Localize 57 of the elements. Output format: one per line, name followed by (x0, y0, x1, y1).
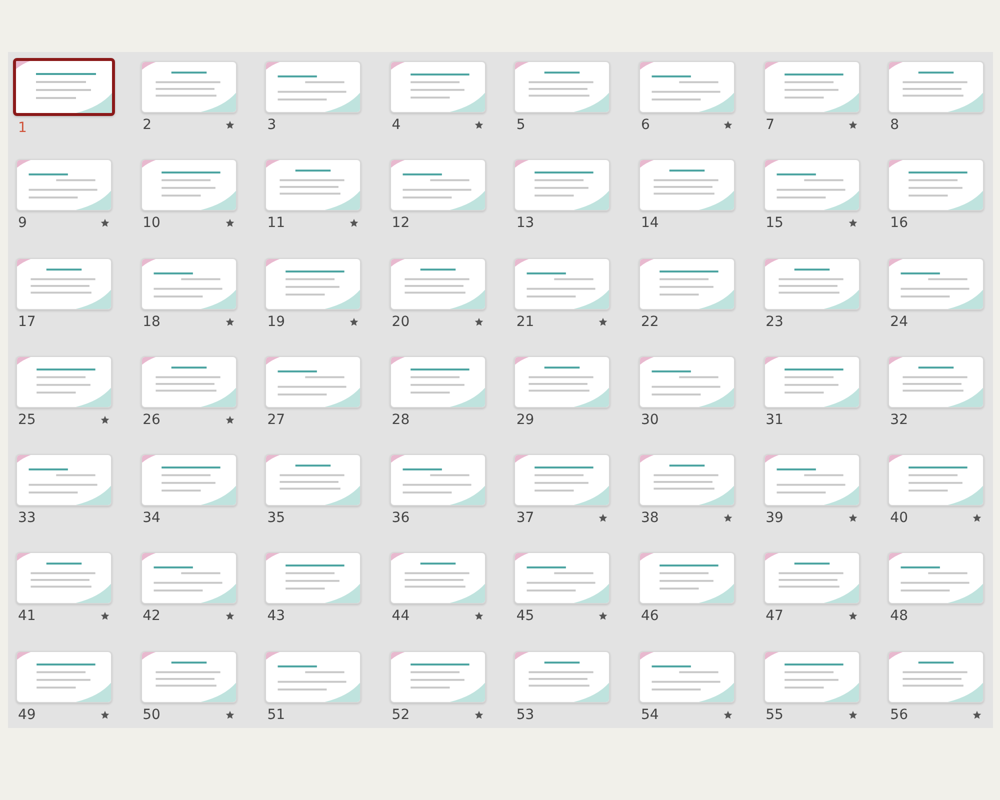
slide-number: 25 (18, 412, 36, 428)
slide-number: 14 (640, 215, 659, 232)
slide-number: 15 (766, 215, 784, 232)
slide-number: 30 (640, 412, 659, 428)
slide-number: 41 (18, 608, 36, 624)
slide-number: 26 (142, 412, 160, 428)
slide-number: 42 (142, 608, 160, 624)
slide-number: 19 (267, 314, 286, 330)
slide-number: 31 (766, 412, 784, 428)
slide-number: 29 (516, 412, 534, 428)
slide-number: 33 (18, 510, 36, 526)
slide-number: 8 (890, 117, 900, 133)
slide-number: 11 (267, 215, 286, 232)
slide-number: 44 (392, 608, 410, 624)
slide-number: 1 (18, 120, 27, 136)
slide-number: 51 (267, 706, 286, 723)
slide-number: 2 (142, 117, 152, 133)
slide-number: 22 (640, 314, 659, 330)
slide-number: 7 (766, 117, 774, 133)
slide-thumbnail[interactable] (13, 58, 115, 116)
slide-number: 40 (890, 510, 908, 526)
slide-number: 38 (640, 510, 659, 526)
slide-number: 48 (890, 608, 908, 624)
slide-number: 54 (640, 706, 659, 723)
slide-number: 37 (516, 510, 534, 526)
slide-number: 13 (516, 215, 534, 232)
slide-number: 52 (392, 706, 410, 723)
slide-number: 34 (142, 510, 160, 526)
slide-number: 9 (18, 215, 27, 232)
slide-number: 28 (392, 412, 410, 428)
slide-number: 39 (766, 510, 784, 526)
slide-number: 55 (766, 706, 784, 723)
slide-number: 21 (516, 314, 534, 330)
slide-number: 3 (267, 117, 276, 133)
slide-number: 53 (516, 706, 534, 723)
slide-number: 46 (640, 608, 659, 624)
slide-number: 10 (142, 215, 160, 232)
slide-number: 32 (890, 412, 908, 428)
slide-number: 24 (890, 314, 908, 330)
slide-number: 17 (18, 314, 36, 330)
slide-number: 45 (516, 608, 534, 624)
slide-number: 49 (18, 706, 36, 723)
slide-number: 50 (142, 706, 160, 723)
slide-number: 5 (516, 117, 526, 133)
slide-number: 20 (392, 314, 410, 330)
slide-number: 56 (890, 706, 908, 723)
slide-number: 35 (267, 510, 286, 526)
slide-number: 27 (267, 412, 286, 428)
slide-number: 16 (890, 215, 908, 232)
slide-number: 47 (766, 608, 784, 624)
slide-number: 18 (142, 314, 160, 330)
slide-number: 6 (640, 117, 650, 133)
slide-number: 4 (392, 117, 401, 133)
slide-number: 12 (392, 215, 410, 232)
slide-number: 36 (392, 510, 410, 526)
slide-number: 43 (267, 608, 286, 624)
slide-number: 23 (766, 314, 784, 330)
